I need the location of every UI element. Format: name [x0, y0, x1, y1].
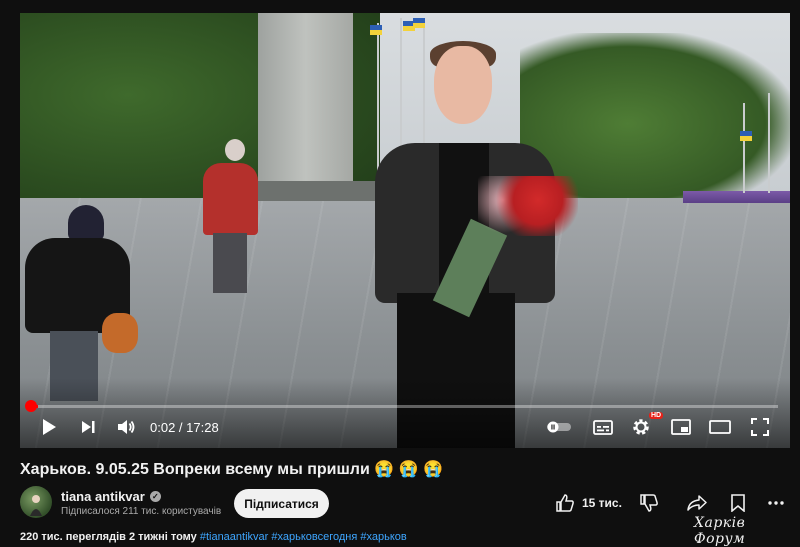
- theater-mode-icon: [709, 420, 731, 434]
- channel-avatar[interactable]: [20, 486, 52, 518]
- child-toy: [102, 313, 138, 353]
- more-horizontal-icon: [768, 501, 784, 505]
- description-preview[interactable]: 220 тис. переглядів 2 тижні тому #tianaa…: [20, 531, 407, 543]
- thumbs-up-icon: [556, 494, 574, 512]
- scrubber-handle[interactable]: [25, 400, 37, 412]
- avatar-image: [30, 495, 42, 516]
- channel-name[interactable]: tiana antikvar: [61, 489, 145, 504]
- time-display: 0:02 / 17:28: [150, 420, 219, 435]
- next-icon: [82, 421, 95, 433]
- scene-trees: [520, 33, 790, 198]
- hashtags[interactable]: #tianaantikvar #харьковсегодня #харьков: [200, 531, 407, 543]
- scene-monument: [258, 13, 353, 193]
- subscriber-count: Підписалося 211 тис. користувачів: [61, 506, 222, 517]
- subscribe-button[interactable]: Підписатися: [234, 489, 329, 518]
- progress-bar[interactable]: [32, 405, 778, 408]
- view-stats: 220 тис. переглядів 2 тижні тому: [20, 531, 197, 543]
- settings-button[interactable]: [630, 415, 652, 439]
- time-current: 0:02: [150, 420, 176, 435]
- subtitles-icon: [593, 419, 613, 435]
- subtitles-button[interactable]: [592, 415, 614, 439]
- autoplay-toggle-icon: [547, 421, 571, 433]
- flag: [740, 131, 752, 141]
- flag: [370, 25, 382, 35]
- share-icon: [687, 495, 707, 511]
- share-button[interactable]: [687, 491, 707, 515]
- volume-icon: [118, 420, 135, 434]
- dislike-button[interactable]: [640, 491, 658, 515]
- video-player[interactable]: 0:02 / 17:28 HD: [20, 13, 790, 448]
- time-total: 17:28: [186, 420, 219, 435]
- theater-mode-button[interactable]: [709, 415, 731, 439]
- time-separator: /: [175, 420, 187, 435]
- settings-icon: [633, 419, 649, 435]
- man-head: [225, 139, 245, 161]
- hd-badge: HD: [649, 412, 664, 419]
- bookmark-icon: [731, 494, 745, 512]
- fullscreen-button[interactable]: [749, 415, 771, 439]
- bouquet: [478, 176, 578, 236]
- miniplayer-button[interactable]: [670, 415, 692, 439]
- thumbs-down-icon: [640, 494, 658, 512]
- man-jacket: [203, 163, 258, 235]
- play-icon: [43, 419, 56, 435]
- fullscreen-icon: [751, 418, 769, 436]
- flag: [413, 18, 425, 28]
- like-count: 15 тис.: [582, 496, 622, 510]
- play-button[interactable]: [38, 415, 60, 439]
- video-title: Харьков. 9.05.25 Вопреки всему мы пришли…: [20, 461, 443, 478]
- flag-pole: [743, 103, 745, 193]
- watermark-text: Харків Форум: [694, 515, 746, 547]
- woman-face: [434, 46, 492, 124]
- verified-check-icon: ✓: [149, 491, 161, 502]
- scene-monument-base: [250, 181, 380, 201]
- autoplay-toggle[interactable]: [545, 415, 573, 439]
- child-cap: [68, 205, 104, 241]
- next-button[interactable]: [77, 415, 99, 439]
- scene-man: [203, 153, 263, 298]
- man-legs: [213, 233, 247, 293]
- save-button[interactable]: [731, 491, 745, 515]
- channel-name-row[interactable]: tiana antikvar ✓: [61, 489, 161, 504]
- like-button[interactable]: 15 тис.: [556, 491, 622, 515]
- scene-flower-bed: [683, 191, 790, 203]
- volume-button[interactable]: [115, 415, 137, 439]
- more-actions-button[interactable]: [768, 491, 784, 515]
- miniplayer-icon: [671, 419, 691, 435]
- lamp-post: [768, 93, 770, 193]
